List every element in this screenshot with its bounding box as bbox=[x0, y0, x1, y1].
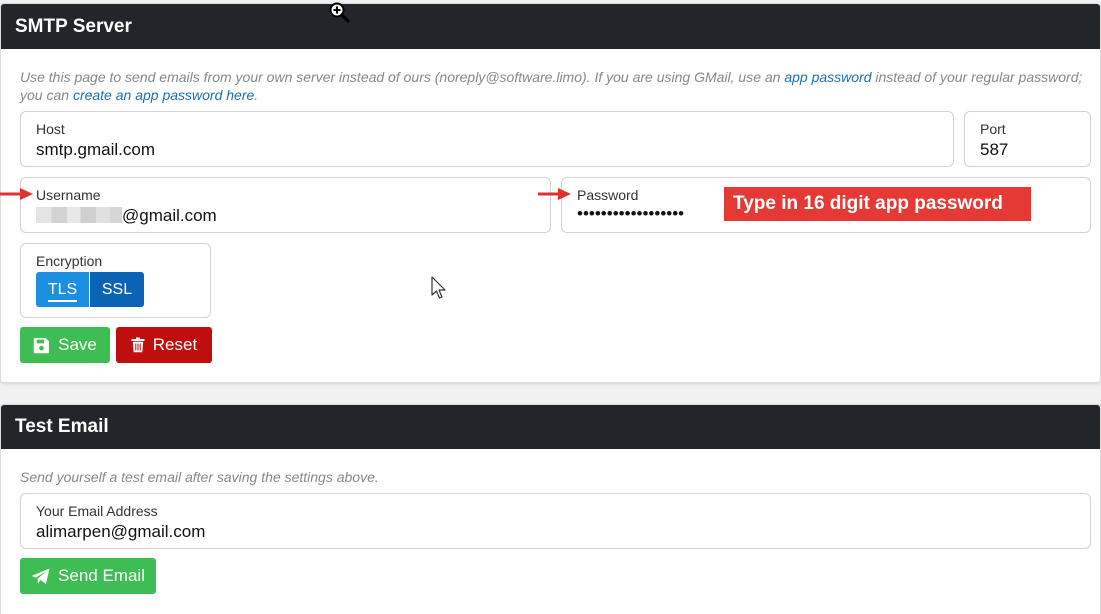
password-annotation: Type in 16 digit app password bbox=[724, 187, 1031, 221]
username-domain: @gmail.com bbox=[122, 206, 217, 225]
ssl-label: SSL bbox=[101, 280, 133, 298]
save-label: Save bbox=[58, 335, 97, 354]
send-email-label: Send Email bbox=[58, 566, 145, 585]
encryption-label: Encryption bbox=[36, 253, 103, 269]
trash-icon bbox=[131, 337, 145, 353]
smtp-description: Use this page to send emails from your o… bbox=[20, 68, 1085, 104]
paper-plane-icon bbox=[31, 568, 50, 584]
host-label: Host bbox=[36, 121, 65, 137]
encryption-ssl-button[interactable]: SSL bbox=[90, 272, 144, 307]
email-address-field[interactable]: Your Email Address alimarpen@gmail.com bbox=[20, 493, 1091, 549]
email-address-label: Your Email Address bbox=[36, 503, 158, 519]
encryption-tls-button[interactable]: TLS bbox=[36, 272, 89, 307]
email-address-value: alimarpen@gmail.com bbox=[36, 522, 206, 541]
redacted-username-blur bbox=[36, 207, 122, 223]
smtp-card-header: SMTP Server bbox=[1, 4, 1100, 49]
port-value: 587 bbox=[980, 140, 1009, 159]
username-value: @gmail.com bbox=[36, 206, 217, 226]
save-button[interactable]: Save bbox=[20, 327, 110, 363]
smtp-desc-text-1: Use this page to send emails from your o… bbox=[20, 69, 785, 85]
port-field[interactable]: Port 587 bbox=[964, 111, 1091, 167]
red-arrow-icon bbox=[0, 188, 33, 200]
tls-selected-underline bbox=[48, 300, 77, 302]
username-field[interactable]: Username @gmail.com bbox=[20, 177, 551, 233]
zoom-in-icon bbox=[329, 2, 351, 24]
test-card-header: Test Email bbox=[1, 405, 1100, 449]
test-description: Send yourself a test email after saving … bbox=[20, 469, 379, 485]
smtp-card-title: SMTP Server bbox=[15, 15, 132, 37]
create-app-password-link[interactable]: create an app password here bbox=[73, 87, 254, 103]
host-value: smtp.gmail.com bbox=[36, 140, 156, 159]
tls-label: TLS bbox=[47, 280, 78, 298]
app-password-link[interactable]: app password bbox=[784, 69, 871, 85]
username-label: Username bbox=[36, 187, 101, 203]
host-field[interactable]: Host smtp.gmail.com bbox=[20, 111, 954, 167]
reset-button[interactable]: Reset bbox=[116, 327, 212, 363]
port-label: Port bbox=[980, 121, 1006, 137]
password-value: •••••••••••••••••• bbox=[577, 204, 685, 223]
test-card-title: Test Email bbox=[15, 416, 109, 437]
password-label: Password bbox=[577, 187, 639, 203]
smtp-desc-text-3: . bbox=[254, 87, 259, 103]
floppy-disk-icon bbox=[33, 337, 50, 353]
reset-label: Reset bbox=[152, 335, 198, 354]
send-email-button[interactable]: Send Email bbox=[20, 558, 156, 594]
red-arrow-icon bbox=[538, 188, 571, 200]
mouse-pointer-icon bbox=[431, 276, 446, 299]
